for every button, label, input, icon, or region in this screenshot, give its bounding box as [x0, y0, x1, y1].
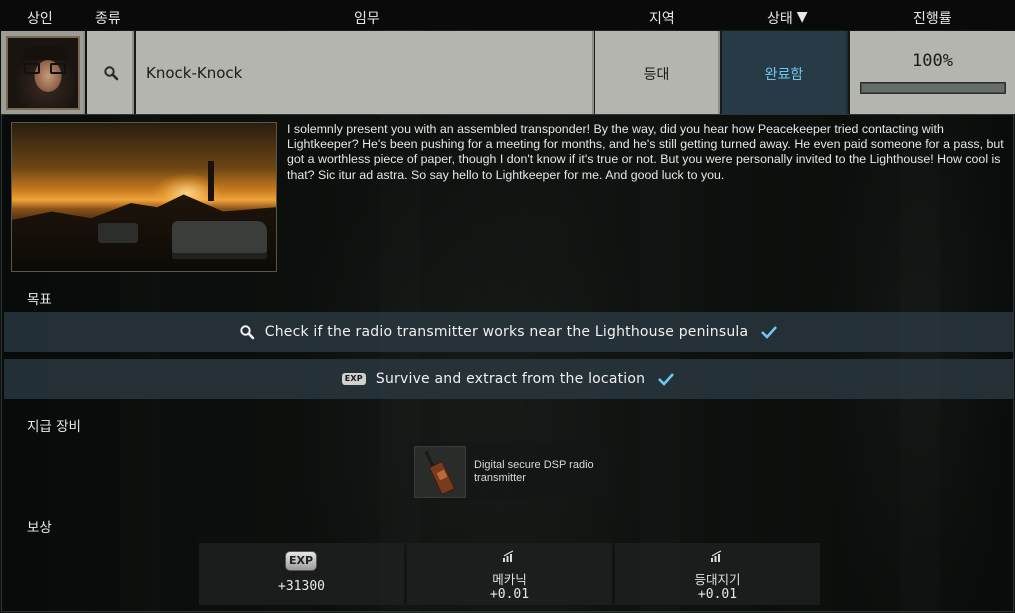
objective-item: Check if the radio transmitter works nea…	[4, 312, 1013, 352]
search-icon	[104, 66, 119, 81]
exp-icon-text: EXP	[341, 373, 366, 385]
progress-bar	[860, 82, 1006, 94]
status-cell: 완료함	[722, 31, 848, 114]
objective-text: Check if the radio transmitter works nea…	[264, 324, 749, 340]
portrait-glasses	[24, 63, 66, 74]
header-status: 상태	[767, 11, 793, 27]
reward-item: 메카닉 +0.01	[407, 543, 612, 605]
reward-label: 메카닉	[492, 572, 527, 587]
rewards-title: 보상	[27, 520, 52, 536]
header-task[interactable]: 임무	[354, 8, 380, 28]
table-header: 상인 종류 임무 지역 상태 ▼ 진행률	[0, 0, 1015, 30]
reward-value: +0.01	[489, 587, 530, 602]
equipment-item[interactable]: Digital secure DSP radio transmitter	[410, 442, 610, 500]
quest-detail-panel: I solemnly present you with an assembled…	[1, 114, 1014, 612]
progress-bar-fill	[862, 84, 1004, 92]
type-cell	[87, 31, 134, 114]
image-lighthouse	[208, 161, 214, 201]
image-vehicle-small	[98, 223, 138, 243]
header-status-sort[interactable]: 상태 ▼	[767, 8, 808, 28]
equipment-name: Digital secure DSP radio transmitter	[474, 459, 594, 485]
header-progress[interactable]: 진행률	[913, 8, 952, 28]
objective-item: EXP Survive and extract from the locatio…	[4, 359, 1013, 399]
reward-item: 등대지기 +0.01	[615, 543, 820, 605]
chevron-down-icon: ▼	[796, 9, 808, 25]
equipment-name-line2: transmitter	[474, 472, 526, 484]
reward-label: 등대지기	[694, 572, 741, 587]
header-type[interactable]: 종류	[95, 8, 121, 28]
quest-description: I solemnly present you with an assembled…	[287, 122, 1004, 182]
exp-icon: EXP	[285, 551, 317, 571]
quest-name: Knock-Knock	[146, 64, 243, 82]
reward-value: +31300	[278, 579, 325, 594]
check-icon	[760, 325, 778, 339]
quest-location: 등대	[643, 67, 670, 83]
quest-name-cell: Knock-Knock	[136, 31, 594, 114]
image-vehicle	[172, 221, 267, 259]
portrait-hair	[22, 46, 68, 60]
search-icon	[239, 324, 255, 340]
trader-cell[interactable]	[1, 31, 85, 114]
check-icon	[657, 372, 675, 386]
quest-status: 완료함	[764, 67, 804, 83]
reward-value: +0.01	[697, 587, 738, 602]
radio-transmitter-icon	[414, 446, 466, 498]
objectives-title: 목표	[27, 292, 52, 308]
header-trader[interactable]: 상인	[27, 8, 53, 28]
exp-icon: EXP	[341, 373, 366, 385]
trader-portrait	[6, 36, 80, 110]
progress-cell: 100%	[850, 31, 1015, 114]
equipment-name-line1: Digital secure DSP radio	[474, 459, 594, 471]
header-location[interactable]: 지역	[649, 8, 675, 28]
equipment-title: 지급 장비	[27, 419, 81, 435]
skill-icon	[503, 550, 514, 562]
objective-text: Survive and extract from the location	[375, 371, 646, 387]
progress-percent: 100%	[912, 51, 953, 71]
quest-image	[11, 122, 277, 272]
reward-item: EXP +31300	[199, 543, 404, 605]
location-cell: 등대	[595, 31, 720, 114]
skill-icon	[711, 550, 722, 562]
